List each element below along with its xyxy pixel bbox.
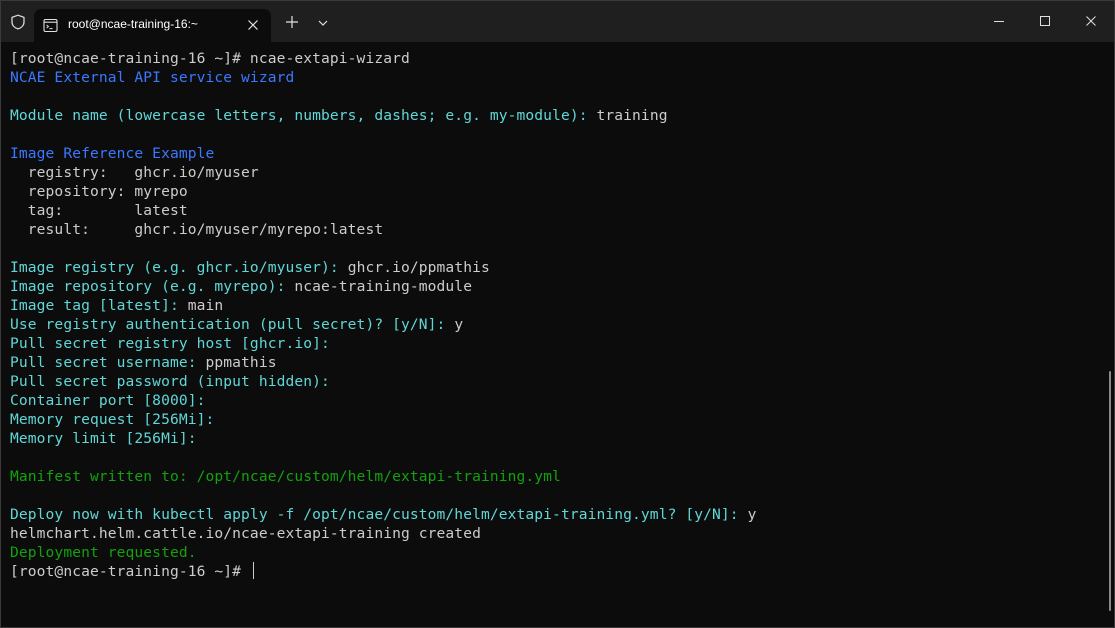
terminal-line: Memory request [256Mi]: <box>10 410 1100 429</box>
terminal-text: Manifest written to: /opt/ncae/custom/he… <box>10 468 561 485</box>
terminal-text: Image registry (e.g. ghcr.io/myuser): <box>10 259 348 276</box>
close-window-button[interactable] <box>1068 1 1114 42</box>
terminal-text: Image repository (e.g. myrepo): <box>10 278 295 295</box>
terminal-line: NCAE External API service wizard <box>10 68 1100 87</box>
terminal-line: Module name (lowercase letters, numbers,… <box>10 106 1100 125</box>
maximize-icon <box>1040 16 1050 26</box>
title-bar: root@ncae-training-16:~ <box>1 1 1114 42</box>
terminal-text: ghcr.io/ppmathis <box>347 259 490 276</box>
scrollbar[interactable] <box>1109 371 1111 611</box>
terminal-line: Manifest written to: /opt/ncae/custom/he… <box>10 467 1100 486</box>
terminal-line: result: ghcr.io/myuser/myrepo:latest <box>10 220 1100 239</box>
terminal-text: Image tag [latest]: <box>10 297 188 314</box>
terminal-text: result: ghcr.io/myuser/myrepo:latest <box>10 221 384 238</box>
terminal-text: repository: myrepo <box>10 183 188 200</box>
terminal-line: Memory limit [256Mi]: <box>10 429 1100 448</box>
terminal-line: [root@ncae-training-16 ~]# ncae-extapi-w… <box>10 49 1100 68</box>
terminal-line: tag: latest <box>10 201 1100 220</box>
tab-title: root@ncae-training-16:~ <box>68 17 198 31</box>
terminal-text: training <box>596 107 668 124</box>
terminal-text: helmchart.helm.cattle.io/ncae-extapi-tra… <box>10 525 481 542</box>
shield-icon[interactable] <box>10 14 26 30</box>
terminal-output[interactable]: [root@ncae-training-16 ~]# ncae-extapi-w… <box>10 49 1100 619</box>
terminal-text: Use registry authentication (pull secret… <box>10 316 455 333</box>
terminal-line: [root@ncae-training-16 ~]# <box>10 562 1100 581</box>
close-icon <box>1086 16 1096 26</box>
terminal-text: NCAE External API service wizard <box>10 69 295 86</box>
terminal-line: Deploy now with kubectl apply -f /opt/nc… <box>10 505 1100 524</box>
chevron-down-icon[interactable] <box>317 18 329 28</box>
terminal-line: Image repository (e.g. myrepo): ncae-tra… <box>10 277 1100 296</box>
terminal-line: Pull secret password (input hidden): <box>10 372 1100 391</box>
terminal-line: Image tag [latest]: main <box>10 296 1100 315</box>
terminal-text: [root@ncae-training-16 ~]# <box>10 563 250 580</box>
plus-icon[interactable] <box>284 14 300 30</box>
terminal-text: registry: ghcr.io/myuser <box>10 164 259 181</box>
close-icon[interactable] <box>247 19 259 31</box>
terminal-text: y <box>747 506 757 523</box>
minimize-button[interactable] <box>976 1 1022 42</box>
terminal-line: repository: myrepo <box>10 182 1100 201</box>
terminal-text: Pull secret registry host [ghcr.io]: <box>10 335 339 352</box>
terminal-text: y <box>454 316 464 333</box>
minimize-icon <box>994 21 1004 22</box>
terminal-text: Deployment requested. <box>10 544 197 561</box>
text-cursor <box>252 562 254 579</box>
terminal-text: tag: latest <box>10 202 188 219</box>
terminal-line: registry: ghcr.io/myuser <box>10 163 1100 182</box>
terminal-line: Container port [8000]: <box>10 391 1100 410</box>
terminal-text: Container port [8000]: <box>10 392 215 409</box>
terminal-line: Image registry (e.g. ghcr.io/myuser): gh… <box>10 258 1100 277</box>
terminal-text: Module name (lowercase letters, numbers,… <box>10 107 597 124</box>
maximize-button[interactable] <box>1022 1 1068 42</box>
terminal-text: Memory request [256Mi]: <box>10 411 224 428</box>
terminal-line: helmchart.helm.cattle.io/ncae-extapi-tra… <box>10 524 1100 543</box>
terminal-line: Image Reference Example <box>10 144 1100 163</box>
terminal-tab-icon <box>43 18 58 33</box>
terminal-line: Pull secret registry host [ghcr.io]: <box>10 334 1100 353</box>
terminal-text: Memory limit [256Mi]: <box>10 430 206 447</box>
tab-terminal[interactable]: root@ncae-training-16:~ <box>34 9 271 42</box>
terminal-text: main <box>187 297 224 314</box>
terminal-line: Pull secret username: ppmathis <box>10 353 1100 372</box>
terminal-text: Image Reference Example <box>10 145 215 162</box>
terminal-line: Use registry authentication (pull secret… <box>10 315 1100 334</box>
terminal-text: Pull secret username: <box>10 354 206 371</box>
terminal-window: root@ncae-training-16:~ [root@ncae-train… <box>0 0 1115 628</box>
terminal-text: [root@ncae-training-16 ~]# ncae-extapi-w… <box>10 50 410 67</box>
terminal-text: Pull secret password (input hidden): <box>10 373 339 390</box>
terminal-text: ncae-training-module <box>294 278 473 295</box>
terminal-line: Deployment requested. <box>10 543 1100 562</box>
terminal-text: Deploy now with kubectl apply -f /opt/nc… <box>10 506 748 523</box>
terminal-text: ppmathis <box>205 354 277 371</box>
